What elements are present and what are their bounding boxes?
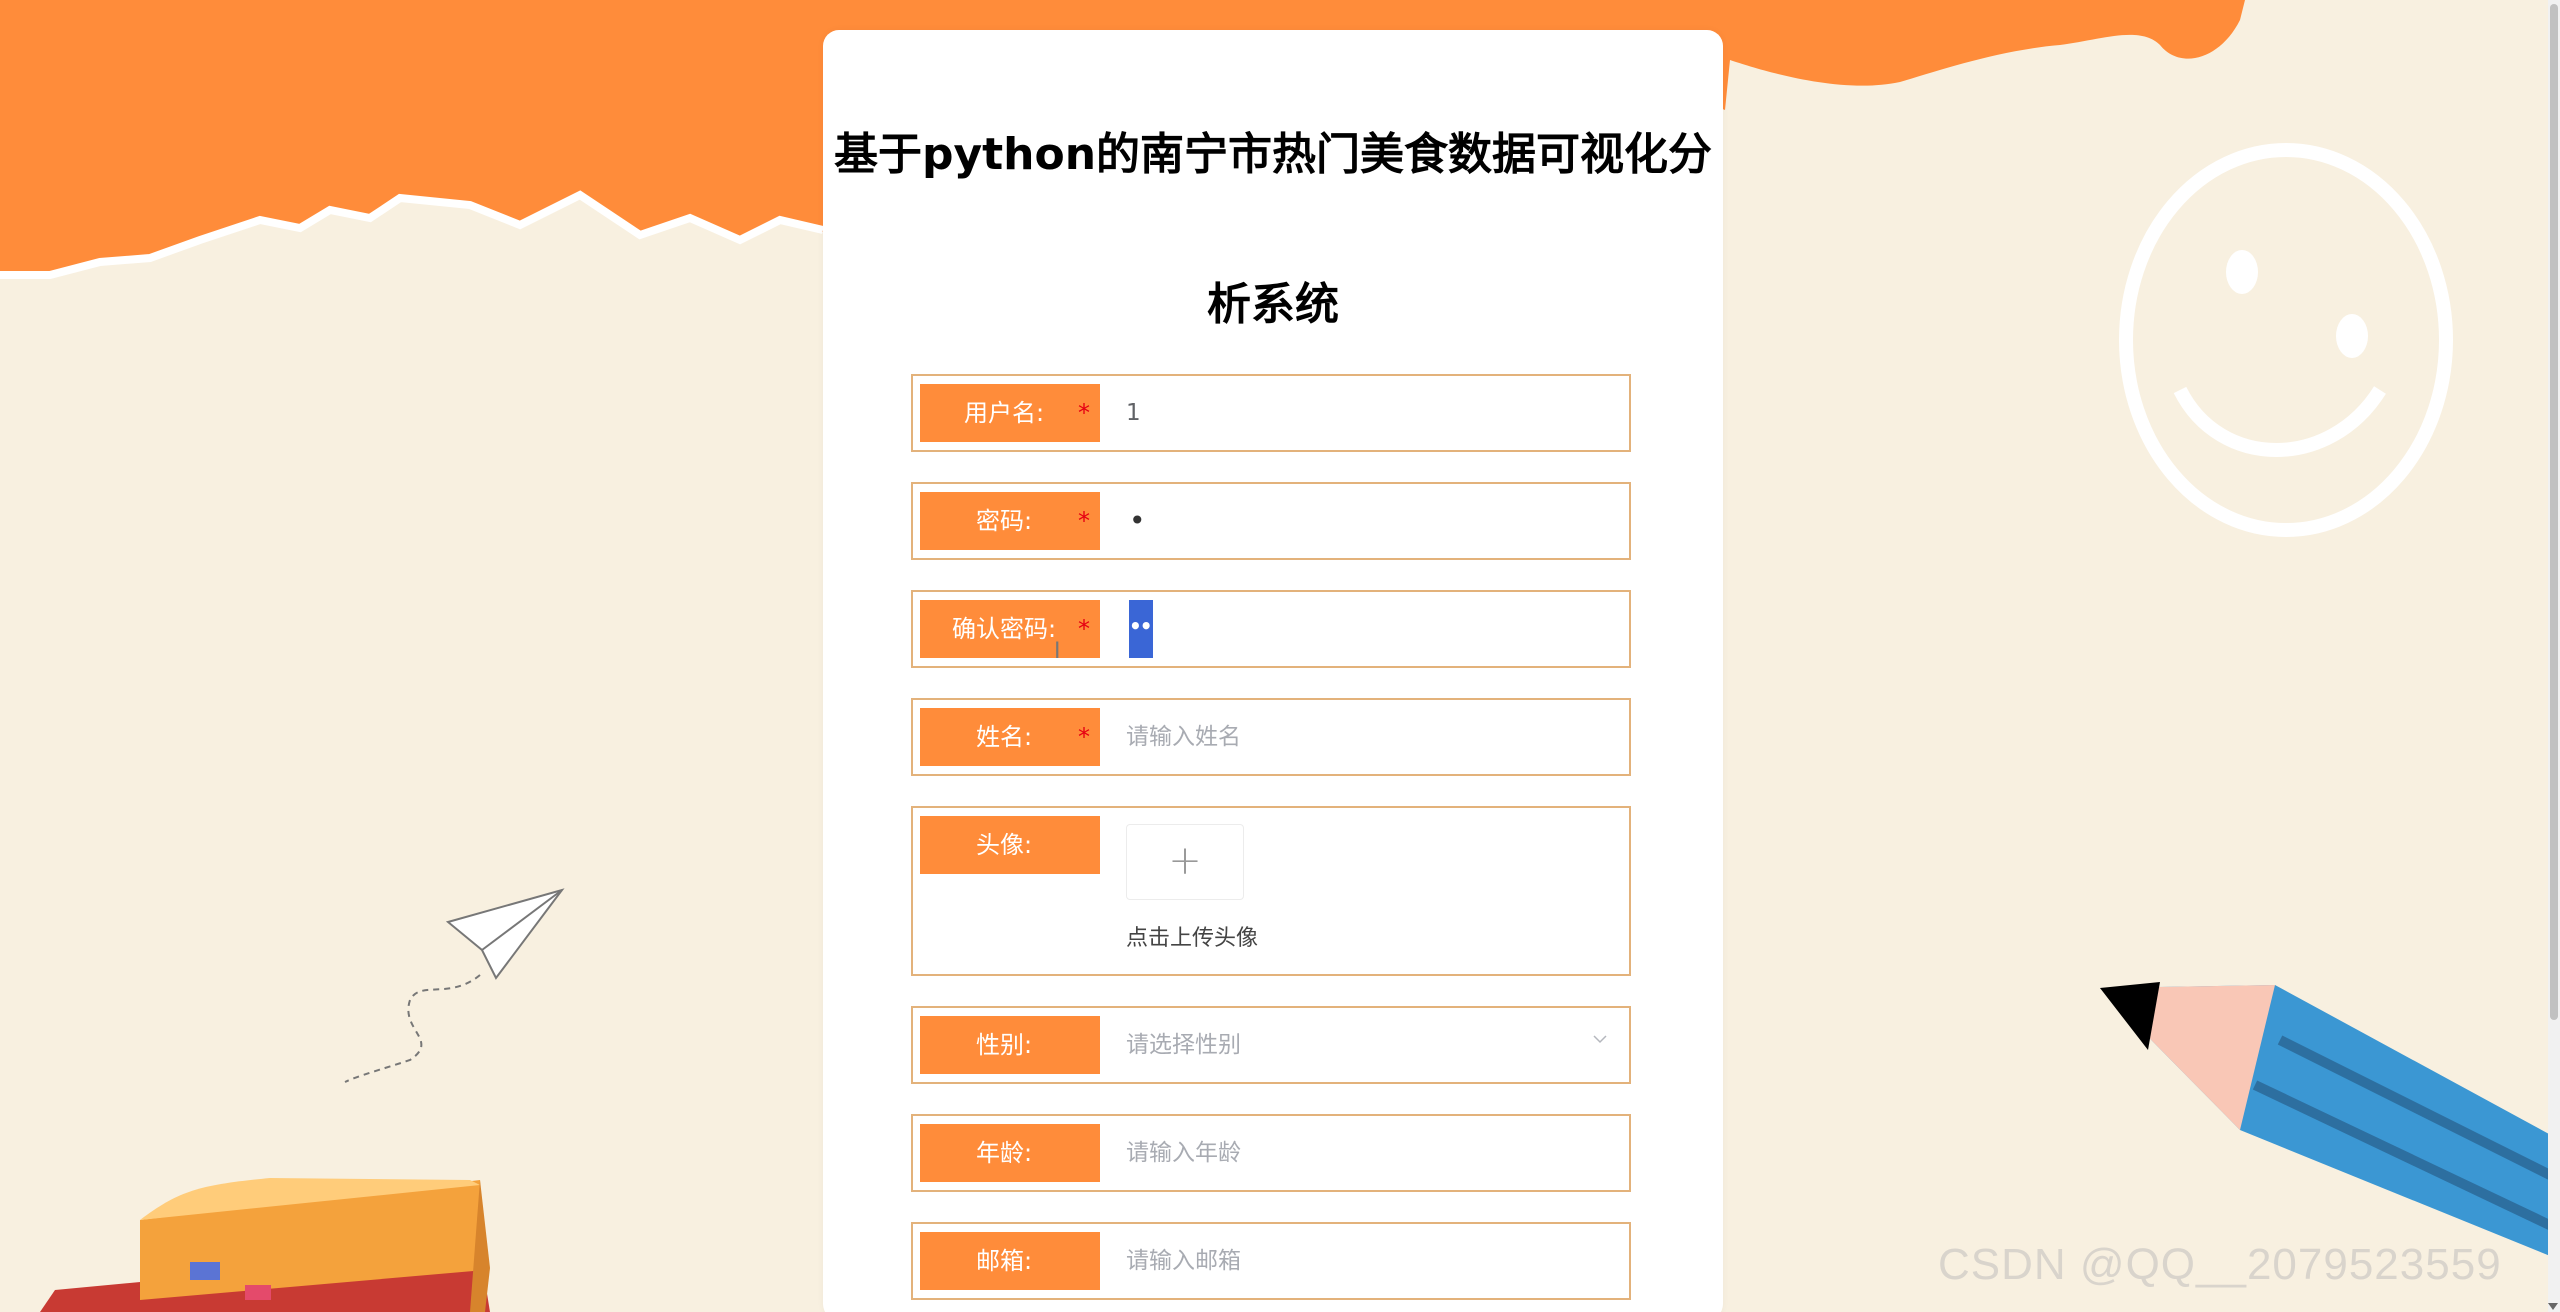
avatar-upload-text: 点击上传头像 bbox=[1126, 926, 1259, 951]
confirm-password-label-text: 确认密码: bbox=[951, 615, 1057, 643]
paper-plane-decoration bbox=[445, 888, 565, 980]
avatar-field: 头像: + 点击上传头像 bbox=[911, 806, 1631, 976]
password-field: 密码: * • bbox=[911, 482, 1631, 560]
username-label: 用户名: * bbox=[920, 384, 1100, 442]
avatar-upload-button[interactable]: + bbox=[1126, 824, 1244, 900]
gender-field: 性别: 请选择性别 bbox=[911, 1006, 1631, 1084]
email-label: 邮箱: bbox=[920, 1232, 1100, 1290]
chevron-down-icon[interactable] bbox=[1593, 1032, 1607, 1046]
email-field: 邮箱: 请输入邮箱 bbox=[911, 1222, 1631, 1300]
register-form-card: 基于python的南宁市热门美食数据可视化分析系统 用户名: * 1 密码: *… bbox=[823, 30, 1723, 1312]
confirm-password-field: 确认密码: I * ••• bbox=[911, 590, 1631, 668]
email-label-text: 邮箱: bbox=[975, 1247, 1033, 1275]
username-label-text: 用户名: bbox=[963, 399, 1045, 427]
username-input[interactable]: 1 bbox=[1126, 384, 1606, 442]
required-mark: * bbox=[1078, 507, 1090, 535]
required-mark: * bbox=[1078, 615, 1090, 643]
required-mark: * bbox=[1078, 399, 1090, 427]
confirm-password-label: 确认密码: I * bbox=[920, 600, 1100, 664]
text-cursor-icon: I bbox=[1054, 639, 1061, 664]
registration-page: 基于python的南宁市热门美食数据可视化分析系统 用户名: * 1 密码: *… bbox=[0, 0, 2560, 1312]
age-input[interactable]: 请输入年龄 bbox=[1126, 1124, 1606, 1182]
age-label: 年龄: bbox=[920, 1124, 1100, 1182]
scroll-down-arrow-icon[interactable] bbox=[2548, 1303, 2558, 1310]
name-label-text: 姓名: bbox=[975, 723, 1033, 751]
page-title: 基于python的南宁市热门美食数据可视化分析系统 bbox=[833, 129, 1713, 330]
plus-icon: + bbox=[1168, 838, 1202, 884]
gender-label-text: 性别: bbox=[975, 1031, 1033, 1059]
smiley-face-decoration bbox=[2119, 143, 2453, 537]
vertical-scrollbar[interactable] bbox=[2548, 0, 2560, 1312]
email-input[interactable]: 请输入邮箱 bbox=[1126, 1232, 1606, 1290]
name-input[interactable]: 请输入姓名 bbox=[1126, 708, 1606, 766]
pencil-decoration bbox=[2100, 982, 2560, 1260]
scrollbar-thumb[interactable] bbox=[2550, 4, 2558, 1020]
watermark: CSDN @QQ__2079523559 bbox=[1938, 1240, 2502, 1289]
smiley-eye-left bbox=[2226, 250, 2258, 294]
required-mark: * bbox=[1078, 723, 1090, 751]
username-field: 用户名: * 1 bbox=[911, 374, 1631, 452]
gender-select[interactable]: 请选择性别 bbox=[1126, 1016, 1606, 1074]
password-label: 密码: * bbox=[920, 492, 1100, 550]
paper-plane-trail bbox=[344, 974, 481, 1083]
password-value: • bbox=[1129, 504, 1146, 537]
avatar-label-text: 头像: bbox=[975, 831, 1033, 859]
age-label-text: 年龄: bbox=[975, 1139, 1033, 1167]
avatar-label: 头像: bbox=[920, 816, 1100, 874]
books-decoration bbox=[40, 1178, 490, 1312]
confirm-password-input[interactable]: ••• bbox=[1129, 600, 1163, 658]
age-field: 年龄: 请输入年龄 bbox=[911, 1114, 1631, 1192]
smiley-eye-right bbox=[2336, 314, 2368, 358]
name-label: 姓名: * bbox=[920, 708, 1100, 766]
name-field: 姓名: * 请输入姓名 bbox=[911, 698, 1631, 776]
gender-label: 性别: bbox=[920, 1016, 1100, 1074]
password-label-text: 密码: bbox=[975, 507, 1033, 535]
password-input[interactable]: • bbox=[1126, 492, 1606, 550]
